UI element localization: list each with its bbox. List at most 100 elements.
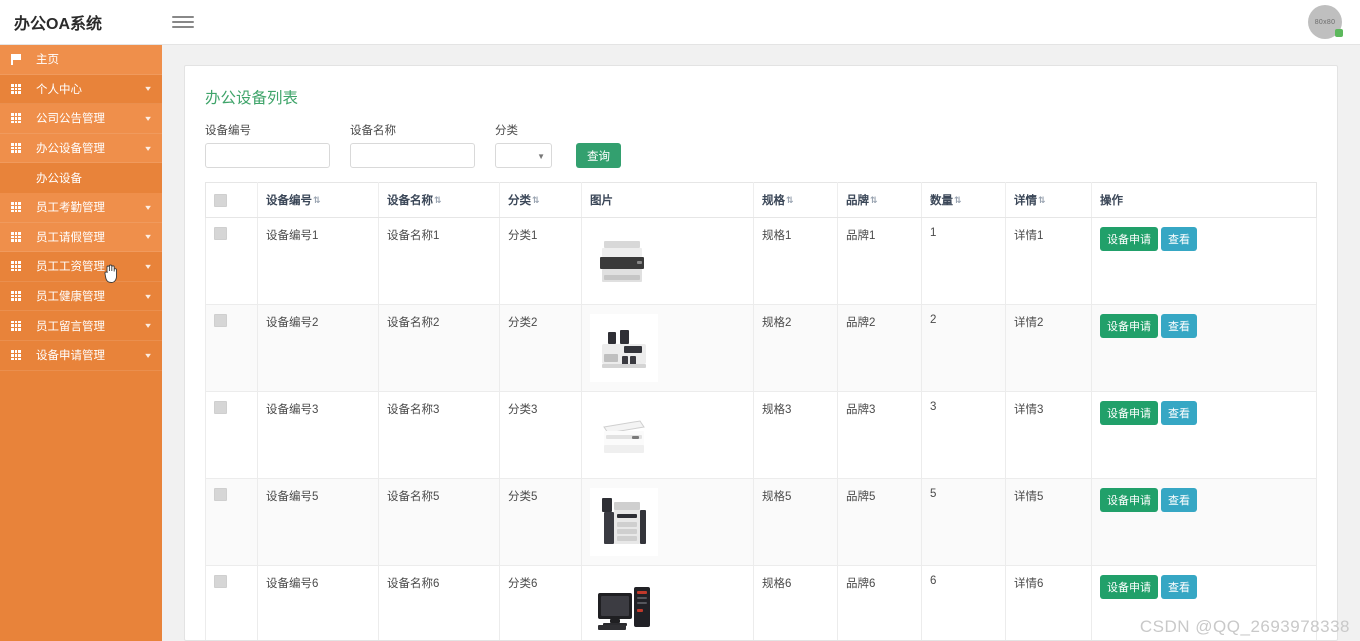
sidebar-item-label: 员工健康管理 (36, 291, 105, 304)
cell-image (581, 391, 754, 479)
cell-category: 分类3 (499, 391, 582, 479)
sidebar-item-label: 办公设备管理 (36, 143, 105, 156)
grid-icon (6, 231, 26, 242)
search-input-device-code[interactable] (205, 143, 330, 168)
cell-code: 设备编号1 (257, 217, 379, 305)
sidebar-subitem-office-devices[interactable]: 办公设备 (0, 163, 162, 193)
device-apply-button[interactable]: 设备申请 (1100, 227, 1158, 251)
sidebar-item-5[interactable]: 员工请假管理 ▾ (0, 222, 162, 253)
sort-toggle-icon[interactable]: ⇅ (313, 195, 321, 206)
device-apply-button[interactable]: 设备申请 (1100, 314, 1158, 338)
device-apply-button[interactable]: 设备申请 (1100, 488, 1158, 512)
sort-toggle-icon[interactable]: ⇅ (786, 195, 794, 206)
device-view-button[interactable]: 查看 (1161, 401, 1197, 425)
device-view-button[interactable]: 查看 (1161, 227, 1197, 251)
grid-icon (6, 291, 26, 302)
label-device-name: 设备名称 (350, 125, 396, 137)
sidebar-item-7[interactable]: 员工健康管理 ▾ (0, 282, 162, 312)
cell-name: 设备名称3 (378, 391, 500, 479)
sidebar-item-6[interactable]: 员工工资管理 ▾ (0, 252, 162, 282)
sidebar-item-8[interactable]: 员工留言管理 ▾ (0, 311, 162, 341)
table-header-detail[interactable]: 详情⇅ (1005, 182, 1092, 218)
sidebar-item-label: 员工工资管理 (36, 261, 105, 274)
chevron-down-icon: ▾ (145, 143, 151, 153)
cell-category: 分类2 (499, 304, 582, 392)
category-select-wrap: ▼ (495, 143, 552, 168)
chevron-down-icon: ▾ (145, 202, 151, 212)
cell-detail: 详情3 (1005, 391, 1092, 479)
table-header-category[interactable]: 分类⇅ (499, 182, 582, 218)
cell-code: 设备编号6 (257, 565, 379, 640)
row-checkbox[interactable] (214, 227, 227, 240)
sidebar-item-1[interactable]: 个人中心 ▾ (0, 75, 162, 105)
sidebar-item-label: 主页 (36, 54, 59, 67)
sidebar-item-3[interactable]: 办公设备管理 ▾ (0, 133, 162, 164)
cell-detail: 详情1 (1005, 217, 1092, 305)
cell-brand: 品牌3 (837, 391, 922, 479)
cell-brand: 品牌2 (837, 304, 922, 392)
grid-icon (6, 202, 26, 213)
table-header-check (205, 182, 258, 218)
sidebar-item-label: 员工考勤管理 (36, 202, 105, 215)
sidebar-item-label: 员工请假管理 (36, 231, 105, 244)
cell-image (581, 478, 754, 566)
table-header-qty[interactable]: 数量⇅ (921, 182, 1006, 218)
device-apply-button[interactable]: 设备申请 (1100, 575, 1158, 599)
sort-toggle-icon[interactable]: ⇅ (1038, 195, 1046, 206)
select-all-checkbox[interactable] (214, 193, 227, 207)
table-header-label: 分类 (508, 195, 531, 207)
table-row: 设备编号2 设备名称2 分类2 规格2 品牌2 2 详情2 设备申请 查看 (205, 304, 1317, 392)
label-device-code: 设备编号 (205, 125, 251, 137)
main-content: 办公设备列表 设备编号 设备名称 分类 ▼ 查询 设备编号⇅ 设备名称⇅ 分类⇅… (162, 45, 1360, 641)
device-view-button[interactable]: 查看 (1161, 488, 1197, 512)
sort-toggle-icon[interactable]: ⇅ (870, 195, 878, 206)
sidebar-item-4[interactable]: 员工考勤管理 ▾ (0, 192, 162, 223)
grid-icon (6, 83, 26, 94)
device-view-button[interactable]: 查看 (1161, 314, 1197, 338)
cell-detail: 详情2 (1005, 304, 1092, 392)
device-apply-button[interactable]: 设备申请 (1100, 401, 1158, 425)
menu-toggle-icon[interactable] (172, 13, 194, 31)
table-row: 设备编号5 设备名称5 分类5 规格5 品牌5 5 详情5 设备申请 查看 (205, 478, 1317, 566)
query-button[interactable]: 查询 (576, 143, 621, 168)
table-header-spec[interactable]: 规格⇅ (753, 182, 838, 218)
table-header-ops: 操作 (1091, 182, 1317, 218)
row-checkbox[interactable] (214, 488, 227, 501)
grid-icon (6, 350, 26, 361)
table-header-name[interactable]: 设备名称⇅ (378, 182, 500, 218)
search-select-category[interactable] (495, 143, 552, 168)
device-view-button[interactable]: 查看 (1161, 575, 1197, 599)
sort-toggle-icon[interactable]: ⇅ (954, 195, 962, 206)
cell-spec: 规格6 (753, 565, 838, 640)
hamburger-line (172, 16, 194, 18)
sidebar-item-label: 个人中心 (36, 83, 82, 96)
cell-brand: 品牌5 (837, 478, 922, 566)
search-input-device-name[interactable] (350, 143, 475, 168)
row-checkbox[interactable] (214, 575, 227, 588)
row-select-cell (205, 304, 258, 392)
cell-qty: 3 (921, 391, 1006, 479)
sort-toggle-icon[interactable]: ⇅ (532, 195, 540, 206)
chevron-down-icon: ▾ (145, 113, 151, 123)
cell-image (581, 217, 754, 305)
chevron-down-icon: ▾ (145, 261, 151, 271)
sort-toggle-icon[interactable]: ⇅ (434, 195, 442, 206)
table-header-brand[interactable]: 品牌⇅ (837, 182, 922, 218)
avatar[interactable]: 80x80 (1308, 5, 1343, 39)
table-header-code[interactable]: 设备编号⇅ (257, 182, 379, 218)
flag-icon (6, 53, 26, 65)
cell-spec: 规格5 (753, 478, 838, 566)
grid-icon (6, 143, 26, 154)
multifunction-printer-image (590, 227, 658, 295)
chevron-down-icon: ▾ (145, 350, 151, 360)
row-checkbox[interactable] (214, 401, 227, 414)
online-status-dot (1335, 29, 1343, 37)
cell-code: 设备编号3 (257, 391, 379, 479)
cell-detail: 详情6 (1005, 565, 1092, 640)
row-checkbox[interactable] (214, 314, 227, 327)
row-select-cell (205, 565, 258, 640)
sidebar-item-9[interactable]: 设备申请管理 ▾ (0, 341, 162, 371)
sidebar-item-2[interactable]: 公司公告管理 ▾ (0, 104, 162, 134)
sidebar-item-0[interactable]: 主页 (0, 45, 162, 75)
cell-code: 设备编号5 (257, 478, 379, 566)
